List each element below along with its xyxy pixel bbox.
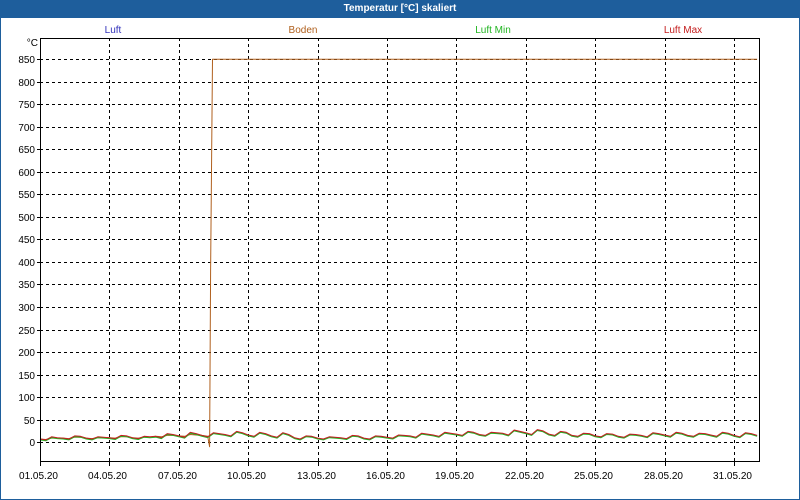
x-tick-label: 31.05.20 [713, 471, 752, 482]
y-tick-label: 750 [18, 100, 35, 111]
y-tick-label: 400 [18, 258, 35, 269]
x-tick-label: 04.05.20 [88, 471, 127, 482]
y-tick-label: 700 [18, 123, 35, 134]
y-tick-label: 250 [18, 326, 35, 337]
legend-item-luft-max: Luft Max [663, 25, 703, 36]
y-tick-label: 850 [18, 55, 35, 66]
legend-item-boden: Boden [288, 25, 318, 36]
window-title: Temperatur [°C] skaliert [343, 3, 457, 14]
grid-lines [40, 38, 760, 462]
plot-area: 0 50 100 150 200 250 300 350 400 450 500 550 600 650 7… [18, 38, 760, 482]
y-tick-label: 550 [18, 190, 35, 201]
y-tick-label: 300 [18, 303, 35, 314]
y-tick-label: 350 [18, 280, 35, 291]
legend-item-luft-min: Luft Min [475, 25, 511, 36]
plot-border [40, 38, 760, 462]
series-lines [39, 58, 758, 448]
x-tick-label: 10.05.20 [227, 471, 266, 482]
x-tick-label: 25.05.20 [574, 471, 613, 482]
y-tick-label: 0 [29, 438, 35, 449]
x-tick-label: 28.05.20 [644, 471, 683, 482]
y-tick-label: 100 [18, 393, 35, 404]
y-tick-label: 600 [18, 168, 35, 179]
y-tick-label: 500 [18, 213, 35, 224]
title-bar[interactable]: Temperatur [°C] skaliert [0, 0, 800, 18]
y-tick-label: 150 [18, 371, 35, 382]
axis-ticks: 0 50 100 150 200 250 300 350 400 450 500 550 600 650 7… [18, 55, 752, 482]
y-axis-unit-label: °C [26, 38, 38, 49]
x-tick-label: 19.05.20 [435, 471, 474, 482]
series-line-boden [39, 58, 758, 448]
legend-item-luft: Luft [104, 25, 122, 36]
x-tick-label: 22.05.20 [505, 471, 544, 482]
x-tick-label: 01.05.20 [19, 471, 58, 482]
y-tick-label: 800 [18, 78, 35, 89]
y-tick-label: 200 [18, 348, 35, 359]
series-line-luft-max [39, 429, 758, 441]
y-tick-label: 450 [18, 235, 35, 246]
y-tick-label: 650 [18, 145, 35, 156]
chart-window: 0 50 100 150 200 250 300 350 400 450 500 550 600 650 7… [0, 0, 800, 500]
x-tick-label: 13.05.20 [297, 471, 336, 482]
x-tick-label: 16.05.20 [366, 471, 405, 482]
legend: Luft Boden Luft Min Luft Max [18, 24, 778, 37]
x-tick-label: 07.05.20 [158, 471, 197, 482]
y-tick-label: 50 [24, 416, 36, 427]
